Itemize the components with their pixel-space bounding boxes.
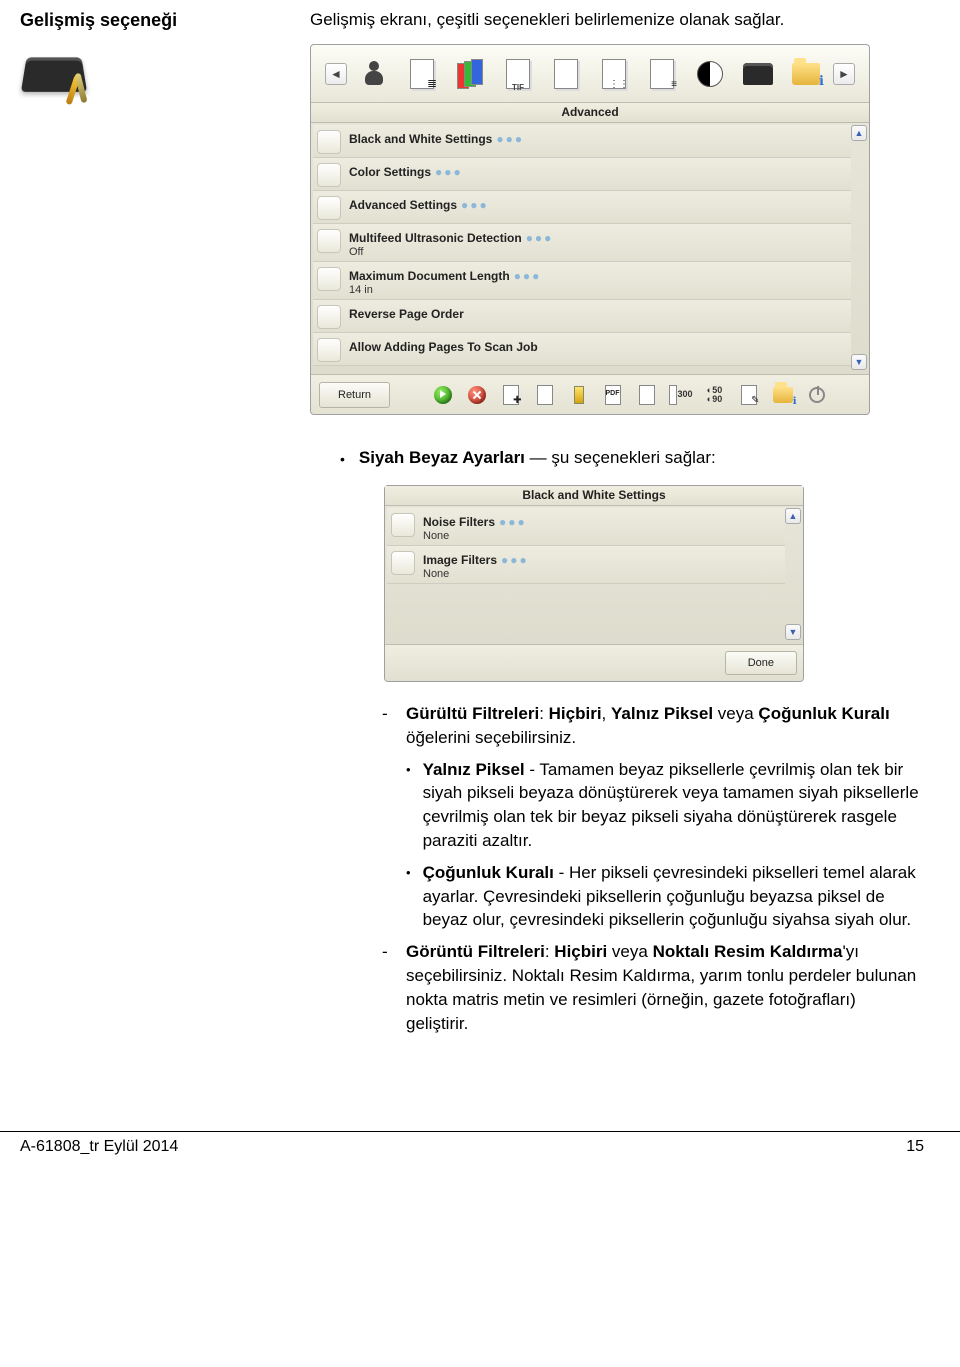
power-icon[interactable] — [805, 383, 829, 407]
desc-lone-pixel: • Yalnız Piksel - Tamamen beyaz pikselle… — [406, 758, 920, 853]
drag-handle-icon[interactable] — [317, 130, 341, 154]
toolbar: ◄ ≣ TIF ⋮⋮ ≡ ℹ ► — [311, 45, 869, 103]
row-image-filters[interactable]: Image Filters●●● None — [387, 546, 785, 584]
folder-info-icon[interactable]: ℹ — [771, 383, 795, 407]
row-color-settings[interactable]: Color Settings●●● — [313, 158, 851, 191]
drag-handle-icon[interactable] — [317, 163, 341, 187]
nav-left-icon[interactable]: ◄ — [325, 63, 347, 85]
row-label: Advanced Settings●●● — [349, 198, 489, 212]
row-value: Off — [349, 246, 553, 258]
desc-majority-rule: • Çoğunluk Kuralı - Her pikseli çevresin… — [406, 861, 920, 932]
desc-image-filters: - Görüntü Filtreleri: Hiçbiri veya Nokta… — [382, 940, 920, 1035]
row-value: None — [423, 568, 529, 580]
dpi-50-90-icon[interactable]: ◐50 ◐90 — [703, 383, 727, 407]
drag-handle-icon[interactable] — [317, 305, 341, 329]
row-noise-filters[interactable]: Noise Filters●●● None — [387, 508, 785, 546]
drag-handle-icon[interactable] — [317, 229, 341, 253]
contrast-icon[interactable] — [693, 54, 727, 94]
done-button[interactable]: Done — [725, 651, 797, 675]
cancel-icon[interactable] — [465, 383, 489, 407]
return-button[interactable]: Return — [319, 382, 390, 408]
row-label: Reverse Page Order — [349, 307, 464, 321]
doc-action-1-icon[interactable]: ✚ — [499, 383, 523, 407]
tif-doc-icon[interactable]: TIF — [501, 54, 535, 94]
row-label: Black and White Settings●●● — [349, 132, 524, 146]
drag-handle-icon[interactable] — [317, 196, 341, 220]
scroll-down-icon[interactable]: ▼ — [785, 624, 801, 640]
info-folder-icon[interactable]: ℹ — [789, 54, 823, 94]
row-label: Color Settings●●● — [349, 165, 463, 179]
person-icon[interactable] — [357, 54, 391, 94]
footer-page-number: 15 — [906, 1138, 924, 1156]
bw-settings-panel: Black and White Settings ▲ Noise Filters… — [384, 485, 804, 682]
bullet-dot: • — [340, 447, 345, 471]
settings-list: ▲ Black and White Settings●●● Color Sett… — [311, 123, 869, 374]
row-value: None — [423, 530, 527, 542]
nav-right-icon[interactable]: ► — [833, 63, 855, 85]
row-multifeed-detection[interactable]: Multifeed Ultrasonic Detection●●● Off — [313, 224, 851, 262]
lined-doc-icon[interactable]: ≡ — [645, 54, 679, 94]
battery-icon[interactable] — [567, 383, 591, 407]
drag-handle-icon[interactable] — [391, 551, 415, 575]
scanner-icon[interactable] — [741, 54, 775, 94]
row-reverse-page-order[interactable]: Reverse Page Order — [313, 300, 851, 333]
advanced-panel: ◄ ≣ TIF ⋮⋮ ≡ ℹ ► Advanced — [310, 44, 870, 415]
row-allow-adding-pages[interactable]: Allow Adding Pages To Scan Job — [313, 333, 851, 366]
row-label: Multifeed Ultrasonic Detection●●● — [349, 231, 553, 245]
color-pages-icon[interactable] — [453, 54, 487, 94]
pdf-icon[interactable]: PDF — [601, 383, 625, 407]
scroll-down-icon[interactable]: ▼ — [851, 354, 867, 370]
dpi-300-icon[interactable]: 300 — [669, 383, 693, 407]
dotted-doc-icon[interactable]: ⋮⋮ — [597, 54, 631, 94]
panel-title: Advanced — [311, 103, 869, 123]
row-black-white-settings[interactable]: Black and White Settings●●● — [313, 125, 851, 158]
drag-handle-icon[interactable] — [317, 338, 341, 362]
doc-tool-icon[interactable]: ✎ — [737, 383, 761, 407]
row-label: Noise Filters●●● — [423, 515, 527, 529]
advanced-option-icon — [20, 41, 90, 111]
bw-panel-title: Black and White Settings — [385, 486, 803, 506]
row-label: Allow Adding Pages To Scan Job — [349, 340, 538, 354]
section-heading: Gelişmiş seçeneği — [20, 10, 240, 31]
scroll-up-icon[interactable]: ▲ — [785, 508, 801, 524]
row-label: Image Filters●●● — [423, 553, 529, 567]
row-advanced-settings[interactable]: Advanced Settings●●● — [313, 191, 851, 224]
intro-text: Gelişmiş ekranı, çeşitli seçenekleri bel… — [310, 10, 920, 30]
drag-handle-icon[interactable] — [317, 267, 341, 291]
desc-noise-filters: - Gürültü Filtreleri: Hiçbiri, Yalnız Pi… — [382, 702, 920, 750]
drag-handle-icon[interactable] — [391, 513, 415, 537]
pages-icon[interactable]: ≣ — [405, 54, 439, 94]
scroll-up-icon[interactable]: ▲ — [851, 125, 867, 141]
bullet-bw-settings: Siyah Beyaz Ayarları — şu seçenekleri sa… — [359, 447, 716, 471]
doc-action-2-icon[interactable] — [533, 383, 557, 407]
row-label: Maximum Document Length●●● — [349, 269, 541, 283]
row-value: 14 in — [349, 284, 541, 296]
blank-doc-icon[interactable] — [549, 54, 583, 94]
footer-doc-id: A-61808_tr Eylül 2014 — [20, 1138, 178, 1156]
blank-doc-icon[interactable] — [635, 383, 659, 407]
bottom-toolbar: Return ✚ PDF 300 ◐50 ◐90 — [311, 374, 869, 414]
play-icon[interactable] — [431, 383, 455, 407]
row-max-doc-length[interactable]: Maximum Document Length●●● 14 in — [313, 262, 851, 300]
